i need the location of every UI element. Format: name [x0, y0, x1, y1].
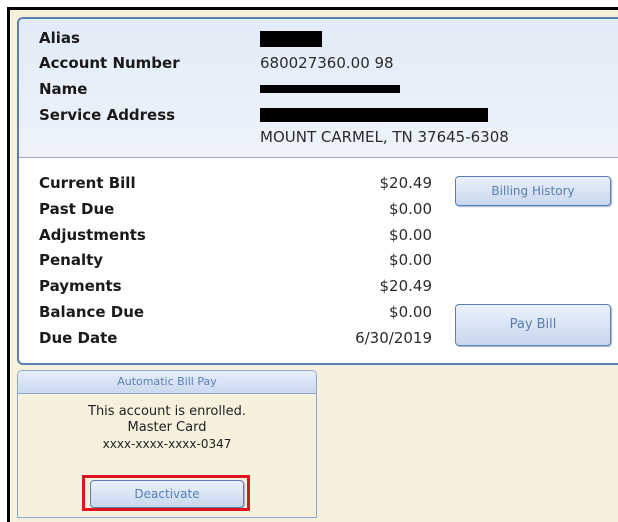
service-address-line1-redacted	[260, 108, 488, 122]
balance-due-label: Balance Due	[39, 303, 145, 321]
due-date-value: 6/30/2019	[355, 329, 432, 347]
past-due-label: Past Due	[39, 200, 115, 218]
past-due-value: $0.00	[389, 200, 432, 218]
account-number-label: Account Number	[39, 54, 180, 72]
service-address-label: Service Address	[39, 106, 176, 124]
alias-label: Alias	[39, 29, 80, 47]
current-bill-label: Current Bill	[39, 174, 136, 192]
card-number: xxxx-xxxx-xxxx-0347	[102, 437, 232, 451]
pay-bill-button[interactable]: Pay Bill	[455, 304, 611, 346]
penalty-value: $0.00	[389, 251, 432, 269]
current-bill-value: $20.49	[379, 174, 433, 192]
payments-label: Payments	[39, 277, 122, 295]
due-date-label: Due Date	[39, 329, 118, 347]
adjustments-value: $0.00	[389, 226, 432, 244]
billing-history-button[interactable]: Billing History	[455, 176, 611, 206]
payments-value: $20.49	[379, 277, 433, 295]
name-redacted	[260, 85, 400, 93]
penalty-label: Penalty	[39, 251, 104, 269]
name-label: Name	[39, 80, 88, 98]
account-number-value: 680027360.00 98	[260, 54, 394, 72]
account-info-block: Alias Account Number 680027360.00 98 Nam…	[19, 19, 618, 158]
deactivate-highlight-box	[82, 475, 250, 511]
alias-redacted	[260, 31, 322, 47]
enrollment-status: This account is enrolled.	[88, 404, 246, 419]
account-summary-panel: Alias Account Number 680027360.00 98 Nam…	[17, 17, 618, 365]
card-type: Master Card	[127, 420, 207, 435]
service-address-line2: MOUNT CARMEL, TN 37645-6308	[260, 128, 509, 146]
automatic-bill-pay-title: Automatic Bill Pay	[18, 371, 316, 394]
balance-due-value: $0.00	[389, 303, 432, 321]
adjustments-label: Adjustments	[39, 226, 146, 244]
